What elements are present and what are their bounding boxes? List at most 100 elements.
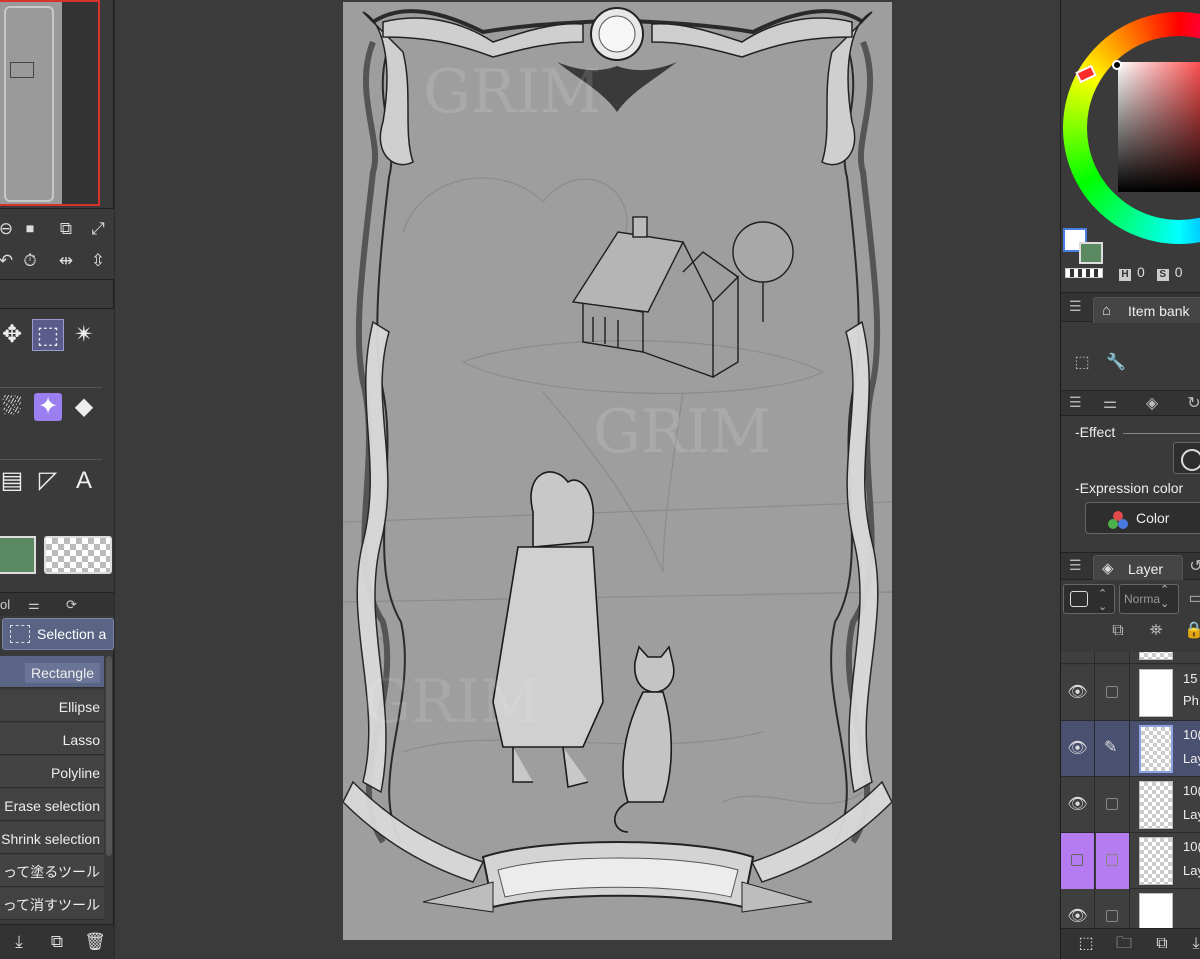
layer-property-icon[interactable]: ◈ xyxy=(1141,393,1163,415)
layer-color-mode-select[interactable]: ⌃ ⌄ xyxy=(1063,584,1115,614)
h-label: H xyxy=(1119,269,1131,281)
selection-area-group-button[interactable]: Selection a xyxy=(2,618,114,650)
layer-row[interactable]: 👁 15 Ph xyxy=(1061,665,1200,721)
layer-controls: ⌃⌄ Norma⌃⌄ ▭ ⧉ ⛯ 🔒 xyxy=(1061,580,1200,650)
item-bank-header: ☰ ⌂ Item bank xyxy=(1061,292,1200,323)
drawing-canvas[interactable]: GRIM GRIM GRIM xyxy=(343,2,892,940)
layer-name: 10( xyxy=(1183,783,1200,798)
new-folder-icon[interactable]: 🗀 xyxy=(1113,933,1135,955)
new-raster-layer-icon[interactable]: ⬚ xyxy=(1075,933,1097,955)
frame-border-icon[interactable]: ▤ xyxy=(0,465,28,497)
flip-horizontal-icon[interactable]: ⇹ xyxy=(54,249,78,273)
layer-stack-icon: ◈ xyxy=(1102,560,1114,577)
wrench-icon[interactable]: 🔧 xyxy=(1105,352,1127,374)
subtool-ellipse[interactable]: Ellipse xyxy=(0,690,104,722)
saturation-value-square[interactable] xyxy=(1118,62,1200,192)
subtool-fill-tool[interactable]: って塗るツール xyxy=(0,855,104,887)
tab-item-bank[interactable]: ⌂ Item bank xyxy=(1093,297,1200,323)
navigator-panel[interactable] xyxy=(0,0,100,206)
tab-settings-sliders-icon[interactable]: ⚌ xyxy=(28,597,40,613)
subtool-erase-tool[interactable]: って消すツール xyxy=(0,888,104,920)
subtool-group-header: Selection a xyxy=(0,616,114,652)
eye-icon[interactable]: 👁 xyxy=(1061,889,1095,928)
left-panel: ⊖ ⏹ ⧉ ⤢ ↶ ⏱ ⇹ ⇳ ✥ ⬚ ✴ ⛆ ✦ ◆ ▤ ◸ A ol ⚌ ⟳… xyxy=(0,0,114,959)
import-icon[interactable]: ⤓ xyxy=(8,931,30,953)
auto-select-icon[interactable]: ✴ xyxy=(68,319,100,351)
reset-rotation-icon[interactable]: ⏱ xyxy=(18,249,42,273)
subtool-shrink-selection[interactable]: Shrink selection xyxy=(0,822,104,854)
move-icon[interactable]: ✥ xyxy=(0,319,28,351)
sparkle-tool-icon[interactable]: ✦ xyxy=(34,393,62,421)
divider xyxy=(1123,433,1200,434)
layer-row[interactable]: 👁 xyxy=(1061,889,1200,928)
fit-screen-icon[interactable]: ⧉ xyxy=(54,217,78,241)
fit-window-icon[interactable]: ⤢ xyxy=(86,217,110,241)
tab-subtool[interactable]: ol xyxy=(0,597,10,612)
layer-row[interactable]: 👁 10( Lay xyxy=(1061,777,1200,833)
layer-thumbnail xyxy=(1139,652,1173,660)
layer-lock-toggle[interactable] xyxy=(1096,652,1130,664)
eye-icon[interactable]: 👁 xyxy=(1061,665,1095,721)
canvas-workspace[interactable]: GRIM GRIM GRIM xyxy=(115,0,1060,959)
layer-type: Lay xyxy=(1183,863,1200,878)
selection-tool-icon[interactable]: ⬚ xyxy=(32,319,64,351)
tab-layer[interactable]: ◈ Layer xyxy=(1093,555,1183,581)
layer-lock-toggle[interactable] xyxy=(1096,833,1130,889)
background-color[interactable] xyxy=(1079,242,1103,264)
checkbox xyxy=(1106,686,1118,698)
visibility-toggle[interactable] xyxy=(1061,652,1095,664)
layer-row[interactable]: 10( Lay xyxy=(1061,833,1200,889)
subtool-lasso[interactable]: Lasso xyxy=(0,723,104,755)
eraser-icon[interactable]: ◆ xyxy=(68,391,100,423)
clip-layer-icon[interactable]: ⧉ xyxy=(1107,620,1129,642)
menu-icon[interactable]: ☰ xyxy=(1069,557,1082,574)
menu-icon[interactable]: ☰ xyxy=(1069,394,1082,411)
eye-icon[interactable]: 👁 xyxy=(1061,721,1095,777)
subtool-rectangle[interactable]: Rectangle xyxy=(0,656,104,688)
text-tool-icon[interactable]: A xyxy=(68,465,100,497)
pen-icon: ✎ xyxy=(1104,739,1118,756)
expression-color-select[interactable]: Color xyxy=(1085,502,1200,534)
border-effect-button[interactable] xyxy=(1173,442,1200,474)
sv-marker[interactable] xyxy=(1112,60,1122,70)
zoom-out-icon[interactable]: ⊖ xyxy=(0,217,18,241)
lock-icon[interactable]: 🔒 xyxy=(1183,620,1200,642)
layer-lock-toggle[interactable] xyxy=(1096,889,1130,928)
transparent-color[interactable] xyxy=(1065,268,1103,278)
layer-tab-label: Layer xyxy=(1128,561,1164,577)
subtool-erase-selection[interactable]: Erase selection xyxy=(0,789,104,821)
blend-mode-select[interactable]: Norma ⌃ ⌄ xyxy=(1119,584,1179,614)
menu-icon[interactable]: ☰ xyxy=(1069,298,1082,315)
visibility-toggle[interactable] xyxy=(1061,833,1095,889)
reference-layer-icon[interactable]: ⛯ xyxy=(1145,620,1167,642)
history-icon[interactable]: ↻ xyxy=(1183,393,1200,415)
subtool-scrollbar[interactable] xyxy=(106,656,112,856)
effect-label: -Effect xyxy=(1075,424,1116,440)
airbrush-icon[interactable]: ⛆ xyxy=(0,391,28,423)
navigator-thumbnail[interactable] xyxy=(0,2,62,204)
tool-property-icon[interactable]: ⚌ xyxy=(1099,393,1121,415)
layer-lock-toggle[interactable] xyxy=(1096,665,1130,721)
flip-vertical-icon[interactable]: ⇳ xyxy=(86,249,110,273)
opacity-icon[interactable]: ▭ xyxy=(1185,588,1200,610)
new-item-icon[interactable]: ⬚ xyxy=(1071,352,1093,374)
main-color-swatch[interactable] xyxy=(0,536,36,574)
layer-row-active[interactable]: 👁 ✎ 10( Lay xyxy=(1061,721,1200,777)
subtool-group-label: Selection a xyxy=(37,626,107,642)
rotate-left-icon[interactable]: ↶ xyxy=(0,249,18,273)
tab-extra-icon[interactable]: ⟳ xyxy=(66,597,77,613)
copy-layer-icon[interactable]: ⧉ xyxy=(1151,933,1173,955)
layer-lock-toggle[interactable] xyxy=(1096,777,1130,833)
layer-lock-toggle[interactable]: ✎ xyxy=(1096,721,1130,777)
ruler-icon[interactable]: ◸ xyxy=(32,465,64,497)
undo-history-icon[interactable]: ↺ xyxy=(1185,556,1200,578)
subtool-polyline[interactable]: Polyline xyxy=(0,756,104,788)
stop-icon[interactable]: ⏹ xyxy=(18,217,42,241)
merge-down-icon[interactable]: ⤓ xyxy=(1185,933,1200,955)
transparent-color-swatch[interactable] xyxy=(44,536,112,574)
trash-icon[interactable]: 🗑 xyxy=(84,931,106,953)
eye-icon[interactable]: 👁 xyxy=(1061,777,1095,833)
subtool-tabs: ol ⚌ ⟳ xyxy=(0,592,114,616)
duplicate-icon[interactable]: ⧉ xyxy=(46,931,68,953)
layer-row[interactable] xyxy=(1061,652,1200,664)
